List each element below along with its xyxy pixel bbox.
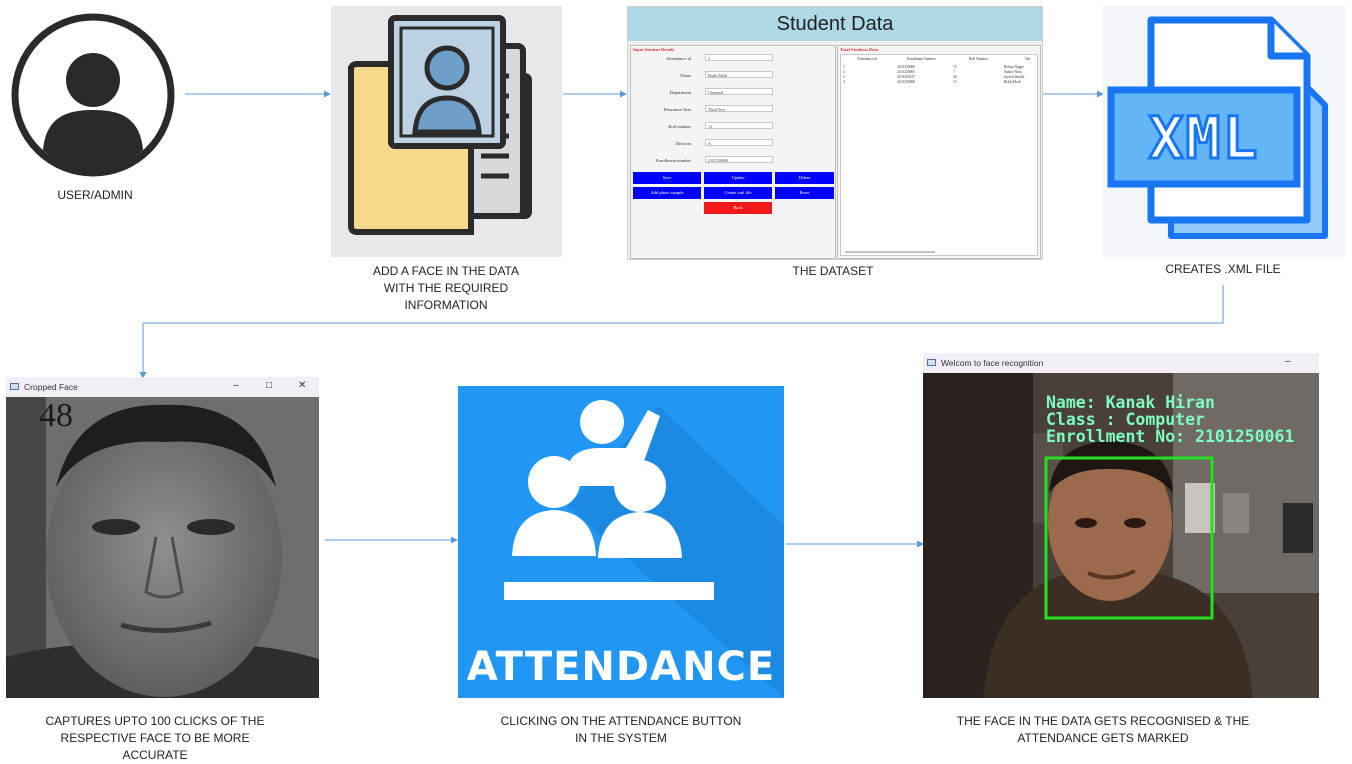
roll-number-input[interactable]: 13 [705,122,773,129]
field-label: Division [675,141,691,146]
table-cell: Rohan Nagpe [1004,65,1024,69]
grayscale-face-image [6,397,319,698]
table-cell: 4 [843,80,845,84]
user-avatar-icon [11,13,175,177]
minimize-icon[interactable]: – [1285,356,1291,367]
education-year-select[interactable]: Third Year [705,105,773,112]
field-label: Education Year [663,107,692,112]
table-cell: 1 [843,65,845,69]
window-title: Welcom to face recognition [941,358,1044,368]
field-label: Department [669,90,691,95]
students-table[interactable]: Attendance id Enrollment Number Roll Num… [840,54,1038,256]
table-header: Attendance id [857,57,878,61]
input-panel-title: Input Student Details [633,47,675,52]
table-header: Nar [1025,57,1031,61]
face-recognition-window: Welcom to face recognition – Name: Kanak… [923,353,1319,698]
table-cell: 13 [953,80,957,84]
caption-user: USER/ADMIN [57,188,133,202]
add-photo-sample-button[interactable]: Add photo sample [633,187,701,199]
name-input[interactable]: Boshi Modi [705,71,773,78]
xml-file-icon: XML [1103,6,1345,257]
input-student-panel: Input Student Details Attendance id 5 Na… [630,45,836,259]
xml-label: XML [1147,103,1260,174]
student-data-title: Student Data [628,7,1042,41]
table-cell: Riddi Modi [1004,80,1021,84]
title-bar: Cropped Face – □ ✕ [6,377,319,397]
division-select[interactable]: A [705,139,773,146]
table-cell: 7 [953,70,955,74]
caption-attendance: CLICKING ON THE ATTENDANCE BUTTON IN THE… [500,714,742,745]
table-cell: 2 [843,70,845,74]
overlay-enrollment: Enrollment No: 2101250061 [1046,427,1295,446]
field-label: Roll number [668,124,691,129]
table-cell: 2101250065 [897,70,915,74]
enrollment-number-input[interactable]: 2101250068 [705,156,773,163]
table-header: Enrollment Number [907,57,936,61]
table-cell: 2101250017 [897,75,915,79]
table-cell: 2101250068 [897,80,915,84]
create-xml-file-button[interactable]: Create xml file [704,187,772,199]
capture-count: 48 [39,397,73,434]
title-bar: Welcom to face recognition – [923,353,1319,373]
attendance-id-input[interactable]: 5 [705,54,773,61]
maximize-icon[interactable]: □ [266,380,272,391]
total-students-panel: Total Students Data Attendance id Enroll… [837,45,1041,259]
window-app-icon [927,359,936,366]
back-button[interactable]: Back [704,202,772,214]
table-cell: Sanket Nam [1004,70,1022,74]
update-button[interactable]: Update [704,172,772,184]
caption-dataset: THE DATASET [792,264,874,278]
save-button[interactable]: Save [633,172,701,184]
minimize-icon[interactable]: – [233,380,239,391]
student-data-window: Student Data Input Student Details Atten… [627,6,1043,260]
attendance-label[interactable]: ATTENDANCE [458,644,784,690]
reset-button[interactable]: Reset [775,187,834,199]
table-cell: 2101250060 [897,65,915,69]
profile-document-icon [331,6,562,257]
field-label: Name [680,73,691,78]
cropped-face-window: Cropped Face – □ ✕ 48 [6,377,319,698]
table-panel-title: Total Students Data [840,47,879,52]
caption-captures: CAPTURES UPTO 100 CLICKS OF THE RESPECTI… [45,714,265,762]
department-select[interactable]: Chemical [705,88,773,95]
caption-add-face: ADD A FACE IN THE DATA WITH THE REQUIRED… [372,264,520,312]
delete-button[interactable]: Delete [775,172,834,184]
table-cell: 40 [953,75,957,79]
close-icon[interactable]: ✕ [298,380,306,391]
table-header: Roll Number [969,57,988,61]
field-label: Attendance id [665,56,691,61]
caption-xml: CREATES .XML FILE [1165,262,1281,276]
window-title: Cropped Face [24,382,78,392]
field-label: Enrollment number [655,158,691,163]
table-cell: 15 [953,65,957,69]
table-cell: Jayesh Shukle [1004,75,1025,79]
caption-recognised: THE FACE IN THE DATA GETS RECOGNISED & T… [956,714,1250,745]
window-app-icon [10,383,19,390]
table-cell: 3 [843,75,845,79]
horizontal-scrollbar[interactable] [845,251,935,253]
